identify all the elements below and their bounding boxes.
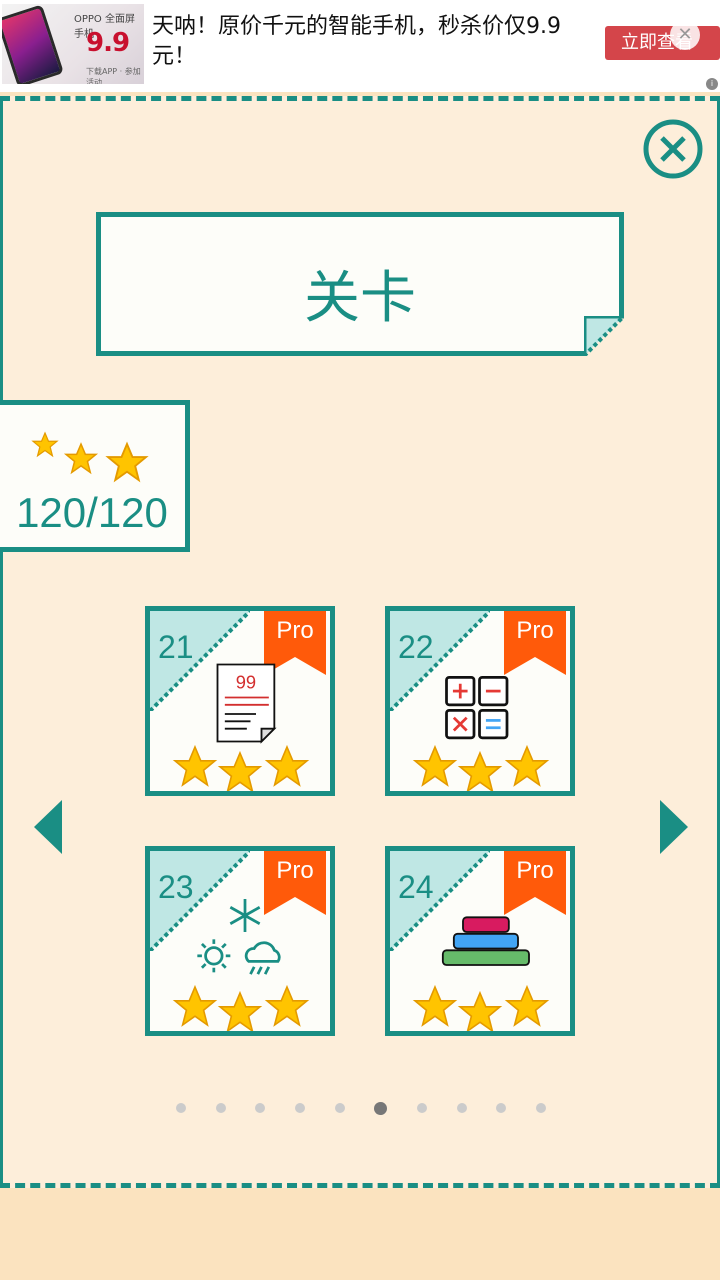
level-stars (172, 744, 310, 791)
pro-badge: Pro (276, 857, 314, 884)
level-card-21[interactable]: 21 Pro 99 (145, 606, 335, 796)
pro-badge: Pro (516, 617, 554, 644)
star-icon (172, 984, 218, 1027)
star-icon (217, 990, 263, 1031)
ad-headline[interactable]: 天呐！原价千元的智能手机，秒杀价仅9.9元！ (152, 12, 572, 72)
weather-icon (197, 899, 281, 975)
pro-badge: Pro (516, 857, 554, 884)
level-stars (412, 744, 550, 791)
page-dot[interactable] (496, 1103, 507, 1113)
ad-cta-button[interactable]: 立即查看 (605, 26, 720, 60)
document-99-icon: 99 (216, 663, 277, 744)
level-number: 23 (158, 869, 194, 905)
star-icon (412, 744, 458, 787)
page-dot[interactable] (215, 1103, 226, 1113)
star-icon (504, 984, 550, 1027)
close-icon[interactable] (642, 118, 704, 180)
level-card-23[interactable]: 23 Pro (145, 846, 335, 1036)
panel-border-left (0, 96, 3, 1188)
page-dot[interactable] (535, 1103, 546, 1113)
page-dot[interactable] (294, 1103, 305, 1113)
level-card-24[interactable]: 24 Pro (385, 846, 575, 1036)
ad-price-note: 下载APP · 参加活动 (86, 67, 141, 84)
star-icon (457, 750, 503, 791)
stars-count: 120/120 (16, 489, 168, 536)
page-dot[interactable] (176, 1103, 186, 1113)
ad-banner[interactable]: OPPO 全面屏手机 9.9 下载APP · 参加活动 天呐！原价千元的智能手机… (0, 0, 720, 92)
page-fold-icon (584, 316, 624, 356)
page-indicator (176, 1100, 546, 1116)
star-icon (264, 984, 310, 1027)
star-icon (264, 744, 310, 787)
ad-image[interactable]: OPPO 全面屏手机 9.9 下载APP · 参加活动 (2, 4, 144, 84)
level-number: 22 (398, 629, 434, 665)
level-stars (172, 984, 310, 1031)
document-number: 99 (236, 671, 256, 692)
ad-close-icon[interactable]: ✕ (670, 20, 700, 50)
title-card: 关卡 (96, 212, 624, 356)
star-icon (457, 990, 503, 1031)
star-icon (412, 984, 458, 1027)
phone-image (2, 4, 64, 84)
next-page-arrow-icon[interactable] (658, 800, 688, 854)
star-icon (217, 750, 263, 791)
page-dot[interactable] (456, 1103, 467, 1113)
ad-choices-icon[interactable]: i (706, 78, 718, 90)
page-dot[interactable] (334, 1103, 345, 1113)
calculator-ops-icon (445, 675, 509, 740)
star-icon (504, 744, 550, 787)
page-dot[interactable] (255, 1103, 266, 1113)
tower-of-hanoi-icon (441, 916, 530, 966)
ad-price: 9.9 (86, 28, 130, 58)
page-title: 关卡 (304, 266, 416, 331)
level-stars (412, 984, 550, 1031)
previous-page-arrow-icon[interactable] (34, 800, 64, 854)
level-card-22[interactable]: 22 Pro (385, 606, 575, 796)
page-dot[interactable] (416, 1103, 427, 1113)
star-icon (172, 744, 218, 787)
level-number: 21 (158, 629, 194, 665)
stars-summary: 120/120 (0, 400, 190, 552)
pro-badge: Pro (276, 617, 314, 644)
level-number: 24 (398, 869, 434, 905)
three-stars-icon (32, 432, 147, 482)
page-dot-active[interactable] (374, 1101, 388, 1115)
